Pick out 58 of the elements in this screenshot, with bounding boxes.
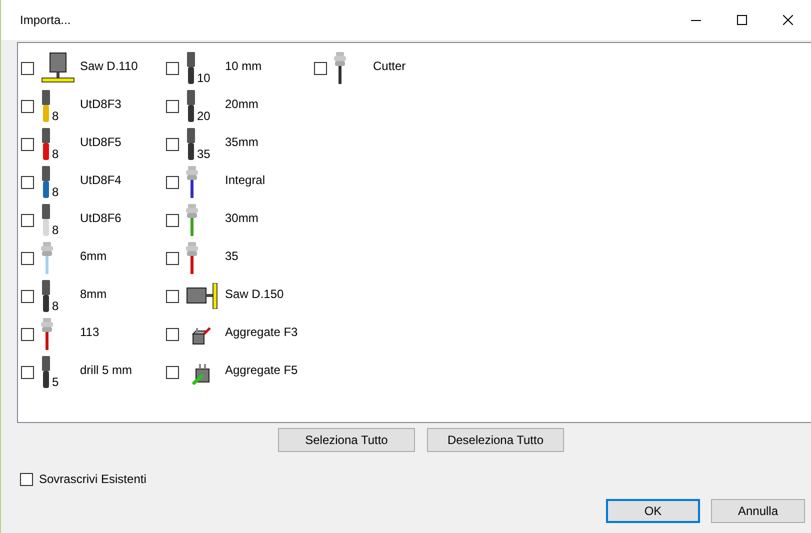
checkbox[interactable] xyxy=(166,176,179,188)
checkbox[interactable] xyxy=(21,100,34,112)
aggregate-icon xyxy=(192,363,212,385)
tool-label[interactable]: UtD8F4 xyxy=(80,173,122,187)
checkbox[interactable] xyxy=(166,290,179,302)
checkbox[interactable] xyxy=(21,138,34,150)
tool-label[interactable]: Integral xyxy=(225,173,266,187)
tool-label[interactable]: UtD8F3 xyxy=(80,97,122,111)
checkbox[interactable] xyxy=(166,214,179,226)
tool-label[interactable]: 20mm xyxy=(225,97,258,111)
diameter-label: 35 xyxy=(197,148,210,160)
checkbox[interactable] xyxy=(166,62,179,74)
tool-label[interactable]: UtD8F6 xyxy=(80,211,122,225)
ok-button[interactable]: OK xyxy=(606,499,700,523)
window-title: Importa... xyxy=(20,13,72,27)
diameter-label: 10 xyxy=(197,72,210,84)
tool-label[interactable]: 8mm xyxy=(80,287,107,301)
checkbox[interactable] xyxy=(20,472,33,486)
tool-label[interactable]: Saw D.110 xyxy=(80,59,138,73)
tool-label[interactable]: 6mm xyxy=(80,249,107,263)
checkbox[interactable] xyxy=(166,328,179,340)
tool-label[interactable]: Cutter xyxy=(373,59,406,73)
checkbox[interactable] xyxy=(21,328,34,340)
deselect-all-button[interactable]: Deseleziona Tutto xyxy=(427,428,564,452)
tool-label[interactable]: drill 5 mm xyxy=(80,363,132,377)
checkbox[interactable] xyxy=(21,290,34,302)
diameter-label: 8 xyxy=(52,224,59,236)
checkbox[interactable] xyxy=(21,62,34,74)
tool-label[interactable]: 30mm xyxy=(225,211,258,225)
diameter-label: 5 xyxy=(52,376,59,388)
checkbox[interactable] xyxy=(314,62,327,74)
diameter-label: 8 xyxy=(52,148,59,160)
cancel-button[interactable]: Annulla xyxy=(711,499,805,523)
checkbox[interactable] xyxy=(166,138,179,150)
saw-icon xyxy=(186,283,220,309)
tool-label[interactable]: UtD8F5 xyxy=(80,135,122,149)
tool-label[interactable]: 35 xyxy=(225,249,238,263)
checkbox[interactable] xyxy=(166,252,179,264)
tool-label[interactable]: Saw D.150 xyxy=(225,287,284,301)
checkbox[interactable] xyxy=(21,366,34,378)
tool-label[interactable]: 113 xyxy=(80,325,100,339)
checkbox[interactable] xyxy=(21,252,34,264)
aggregate-icon xyxy=(192,326,212,346)
overwrite-label[interactable]: Sovrascrivi Esistenti xyxy=(39,472,146,486)
tool-label[interactable]: Aggregate F5 xyxy=(225,363,298,377)
checkbox[interactable] xyxy=(166,100,179,112)
saw-icon xyxy=(41,52,75,84)
tool-label[interactable]: 10 mm xyxy=(225,59,262,73)
checkbox[interactable] xyxy=(21,214,34,226)
checkbox[interactable] xyxy=(166,366,179,378)
diameter-label: 20 xyxy=(197,110,210,122)
select-all-button[interactable]: Seleziona Tutto xyxy=(278,428,415,452)
diameter-label: 8 xyxy=(52,186,59,198)
diameter-label: 8 xyxy=(52,110,59,122)
diameter-label: 8 xyxy=(52,300,59,312)
tool-label[interactable]: Aggregate F3 xyxy=(225,325,298,339)
checkbox[interactable] xyxy=(21,176,34,188)
tool-label[interactable]: 35mm xyxy=(225,135,258,149)
